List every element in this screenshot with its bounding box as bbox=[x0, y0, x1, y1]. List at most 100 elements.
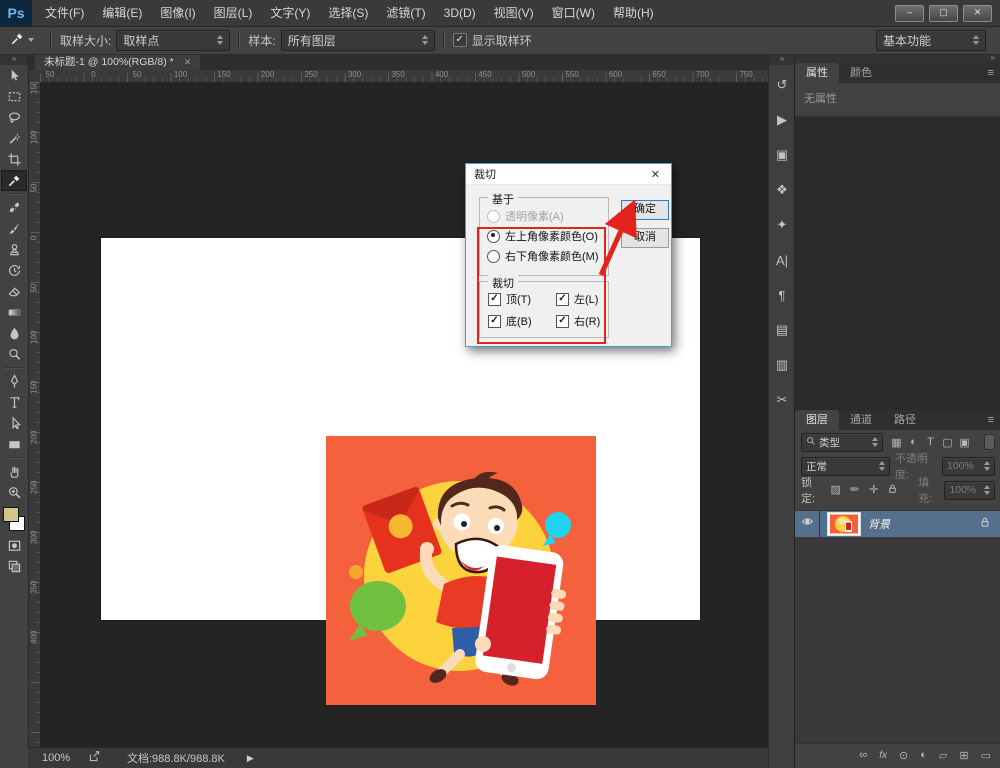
paragraph-panel-icon[interactable]: ¶ bbox=[770, 283, 794, 307]
tool-options-bar: 取样大小: 取样点 样本: 所有图层 ✓ 显示取样环 基本功能 bbox=[0, 26, 1000, 55]
menu-item-10[interactable]: 帮助(H) bbox=[604, 0, 663, 26]
layer-filter-select[interactable]: 类型 bbox=[801, 433, 883, 452]
delete-icon[interactable]: ▭ bbox=[981, 749, 991, 762]
history-panel-icon[interactable]: ↺ bbox=[770, 73, 794, 97]
filter-toggle-switch[interactable] bbox=[984, 434, 995, 450]
export-icon[interactable] bbox=[88, 750, 101, 766]
menu-item-3[interactable]: 图层(L) bbox=[205, 0, 262, 26]
smart-object-filter-icon[interactable]: ▣ bbox=[956, 436, 973, 449]
shape-tool[interactable] bbox=[1, 434, 27, 455]
layer-comps-panel-icon[interactable]: ▤ bbox=[770, 318, 794, 342]
group-icon[interactable]: ▱ bbox=[939, 749, 947, 762]
menu-item-8[interactable]: 视图(V) bbox=[485, 0, 543, 26]
panel-menu-icon[interactable]: ≡ bbox=[988, 63, 1000, 83]
layer-row-background[interactable]: 背景 bbox=[795, 511, 1000, 537]
tab-channels[interactable]: 通道 bbox=[839, 410, 883, 430]
history-brush-tool[interactable] bbox=[1, 260, 27, 281]
adjustment-icon[interactable]: ◐ bbox=[920, 749, 927, 761]
dodge-tool[interactable] bbox=[1, 344, 27, 365]
brush-presets-panel-icon[interactable]: ✦ bbox=[770, 213, 794, 237]
clone-stamp-tool[interactable] bbox=[1, 239, 27, 260]
window-maximize-button[interactable]: ▢ bbox=[929, 5, 958, 22]
status-flyout-arrow[interactable]: ▶ bbox=[247, 753, 254, 764]
zoom-tool[interactable] bbox=[1, 482, 27, 503]
close-icon[interactable]: ✕ bbox=[648, 168, 663, 181]
menu-item-2[interactable]: 图像(I) bbox=[151, 0, 204, 26]
pen-tool[interactable] bbox=[1, 371, 27, 392]
panel-menu-icon[interactable]: ≡ bbox=[988, 410, 1000, 430]
layer-thumbnail[interactable] bbox=[827, 512, 861, 536]
blur-tool[interactable] bbox=[1, 323, 27, 344]
adjustment-layer-filter-icon[interactable]: ◐ bbox=[905, 436, 922, 449]
window-minimize-button[interactable]: – bbox=[895, 5, 924, 22]
sample-select[interactable]: 所有图层 bbox=[281, 30, 435, 51]
type-tool[interactable] bbox=[1, 392, 27, 413]
shape-layer-filter-icon[interactable]: ▢ bbox=[939, 436, 956, 449]
layer-visibility-toggle[interactable] bbox=[795, 511, 820, 537]
photoshop-window: { "window": { "logo": "Ps", "controls": … bbox=[0, 0, 1000, 768]
divider bbox=[443, 30, 445, 50]
measure-panel-icon[interactable]: ✂ bbox=[770, 388, 794, 412]
type-layer-filter-icon[interactable]: T bbox=[922, 436, 939, 449]
crop-tool[interactable] bbox=[1, 149, 27, 170]
effects-icon[interactable]: fx bbox=[879, 750, 887, 761]
ruler-top-label: 400 bbox=[435, 70, 448, 79]
show-ring-checkbox[interactable]: ✓ bbox=[453, 33, 467, 47]
gradient-tool[interactable] bbox=[1, 302, 27, 323]
tab-properties[interactable]: 属性 bbox=[795, 63, 839, 83]
menu-item-5[interactable]: 选择(S) bbox=[319, 0, 377, 26]
panel-group-header[interactable]: » bbox=[795, 54, 1000, 63]
lasso-tool[interactable] bbox=[1, 107, 27, 128]
sample-size-select[interactable]: 取样点 bbox=[116, 30, 230, 51]
eyedropper-tool[interactable] bbox=[1, 170, 27, 191]
pixel-layer-filter-icon[interactable]: ▦ bbox=[888, 436, 905, 449]
healing-brush-tool[interactable] bbox=[1, 197, 27, 218]
move-tool[interactable] bbox=[1, 65, 27, 86]
lock-all-icon[interactable] bbox=[884, 483, 901, 497]
tool-presets-panel-icon[interactable]: ▣ bbox=[770, 143, 794, 167]
tab-paths[interactable]: 路径 bbox=[883, 410, 927, 430]
menu-item-1[interactable]: 编辑(E) bbox=[93, 0, 151, 26]
eraser-tool[interactable] bbox=[1, 281, 27, 302]
quick-mask-tool[interactable] bbox=[1, 535, 27, 556]
lock-paint-icon[interactable]: ✏ bbox=[846, 483, 863, 497]
menu-item-6[interactable]: 滤镜(T) bbox=[377, 0, 434, 26]
blend-mode-select[interactable]: 正常 bbox=[801, 457, 890, 476]
window-close-button[interactable]: ✕ bbox=[963, 5, 992, 22]
tab-layers[interactable]: 图层 bbox=[795, 410, 839, 430]
zoom-level[interactable]: 100% bbox=[42, 752, 88, 764]
opacity-select[interactable]: 100% bbox=[942, 457, 995, 476]
mask-icon[interactable]: ⊙ bbox=[899, 749, 908, 762]
magic-wand-tool[interactable] bbox=[1, 128, 27, 149]
tool-preset-picker[interactable] bbox=[0, 31, 42, 49]
menu-item-0[interactable]: 文件(F) bbox=[36, 0, 93, 26]
hand-tool[interactable] bbox=[1, 461, 27, 482]
notes-panel-icon[interactable]: ▥ bbox=[770, 353, 794, 377]
menu-item-7[interactable]: 3D(D) bbox=[435, 0, 485, 26]
fill-select[interactable]: 100% bbox=[944, 481, 995, 500]
path-select-tool[interactable] bbox=[1, 413, 27, 434]
color-swatches[interactable] bbox=[2, 506, 26, 532]
trim-dialog-titlebar[interactable]: 裁切 ✕ bbox=[466, 164, 671, 185]
toolbar-collapse-handle[interactable]: » bbox=[0, 54, 28, 65]
document-tab[interactable]: 未标题-1 @ 100%(RGB/8) * ✕ bbox=[35, 54, 200, 70]
new-layer-icon[interactable]: ⊞ bbox=[959, 749, 968, 762]
workspace-select[interactable]: 基本功能 bbox=[876, 30, 986, 51]
cancel-button[interactable]: 取消 bbox=[621, 228, 669, 248]
tab-color[interactable]: 颜色 bbox=[839, 63, 883, 83]
dock-collapse-handle[interactable]: » bbox=[769, 54, 795, 65]
screen-mode-tool[interactable] bbox=[1, 556, 27, 577]
rect-marquee-tool[interactable] bbox=[1, 86, 27, 107]
menu-item-9[interactable]: 窗口(W) bbox=[543, 0, 604, 26]
actions-panel-icon[interactable]: ▶ bbox=[770, 108, 794, 132]
menu-item-4[interactable]: 文字(Y) bbox=[261, 0, 319, 26]
character-panel-icon[interactable]: A| bbox=[770, 248, 794, 272]
link-icon[interactable]: ∞ bbox=[859, 749, 867, 761]
brush-tool[interactable] bbox=[1, 218, 27, 239]
lock-position-icon[interactable]: ✛ bbox=[865, 483, 882, 497]
styles-panel-icon[interactable]: ❖ bbox=[770, 178, 794, 202]
close-tab-icon[interactable]: ✕ bbox=[184, 54, 192, 70]
ok-button[interactable]: 确定 bbox=[621, 200, 669, 220]
lock-transparent-icon[interactable]: ▨ bbox=[827, 483, 844, 497]
foreground-color-swatch[interactable] bbox=[3, 507, 19, 522]
